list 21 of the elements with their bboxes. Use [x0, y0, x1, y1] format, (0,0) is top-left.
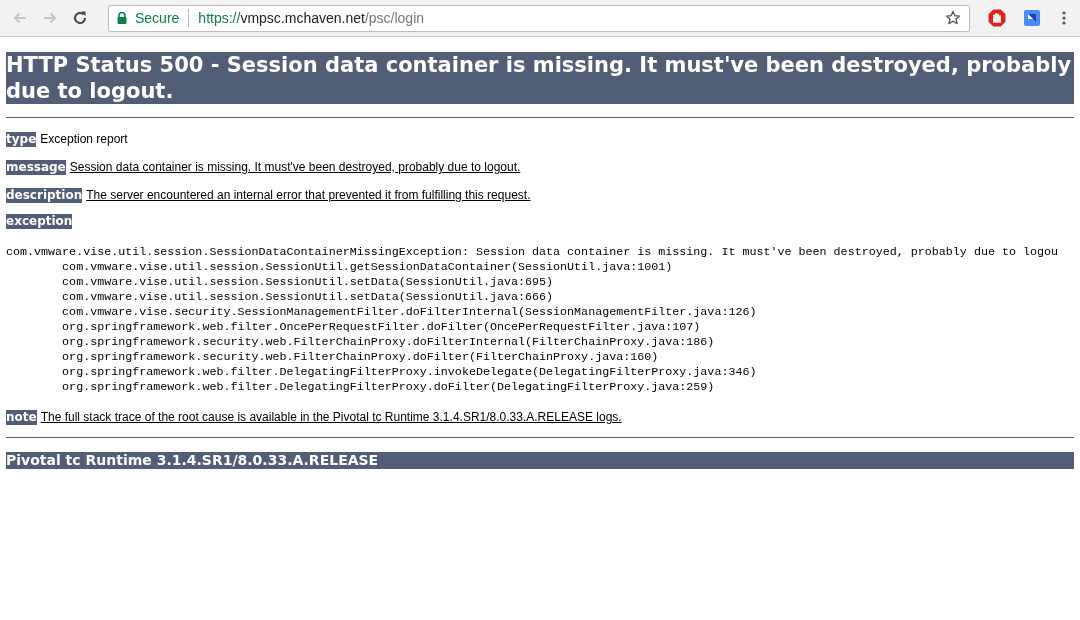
page-heading: HTTP Status 500 - Session data container is missing. It must've been destroyed, probably due to logout.: [6, 52, 1074, 104]
field-label: note: [6, 410, 37, 425]
star-icon[interactable]: [945, 10, 961, 26]
menu-icon[interactable]: [1062, 10, 1066, 26]
address-bar[interactable]: Secure https://vmpsc.mchaven.net/psc/login: [108, 4, 970, 32]
extension-icon[interactable]: [1024, 10, 1040, 26]
field-label: type: [6, 132, 37, 147]
stop-hand-icon[interactable]: [988, 9, 1006, 27]
secure-label: Secure: [135, 8, 180, 28]
field-label: message: [6, 160, 66, 175]
stack-trace: com.vmware.vise.util.session.SessionDataContainerMissingException: Session data container is missing. It must've been destroyed, probably due to logou com.vmware.vise.util.session.SessionUtil.getSessionDataContainer(SessionUtil.java:1001) com.vmware.vise.util.session.SessionUtil.setData(SessionUtil.java:695) com.vmware.vise.util.session.SessionUtil.setData(SessionUtil.java:666) com.vmware.vise.security.SessionManagementFilter.doFilterInternal(SessionManagementFilter.java:126) org.springframework.web.filter.OncePerRequestFilter.doFilter(OncePerRequestFilter.java:107) org.springframework.security.web.FilterChainProxy.doFilterInternal(FilterChainProxy.java:186) org.springframework.security.web.FilterChainProxy.doFilter(FilterChainProxy.java:160) org.springframework.web.filter.DelegatingFilterProxy.invokeDelegate(DelegatingFilterProxy.java:346) org.springframework.web.filter.DelegatingFilterProxy.doFilter(DelegatingFilterProxy.java:259): [6, 245, 1060, 395]
lock-icon: [117, 12, 127, 24]
field-text: Exception report: [40, 131, 128, 148]
field-text: Session data container is missing. It must've been destroyed, probably due to logout.: [69, 159, 521, 176]
field-label: exception: [6, 214, 73, 229]
reload-icon[interactable]: [72, 10, 88, 26]
field-text: The full stack trace of the root cause is available in the Pivotal tc Runtime 3.1.4.SR1/8.0.33.A.RELEASE logs.: [40, 409, 622, 426]
field-label: description: [6, 188, 83, 203]
field-text: The server encountered an internal error that prevented it from fulfilling this request.: [86, 187, 531, 204]
url-text: https://vmpsc.mchaven.net/psc/login: [198, 8, 425, 28]
footer-title: Pivotal tc Runtime 3.1.4.SR1/8.0.33.A.RELEASE: [6, 452, 1074, 469]
